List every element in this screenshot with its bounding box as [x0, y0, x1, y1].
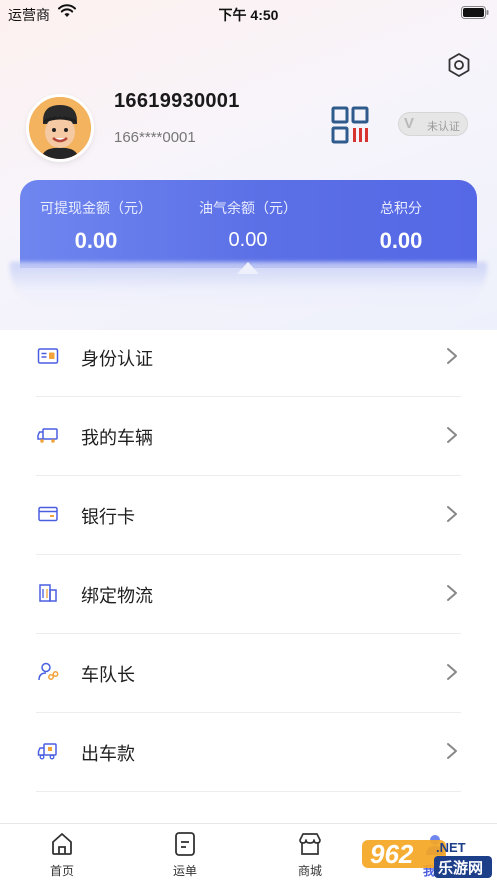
menu-item-logistics[interactable]: 绑定物流 [36, 555, 461, 634]
cargo-truck-icon [37, 743, 57, 760]
points-stat[interactable]: 总积分 0.00 [325, 198, 477, 254]
person-link-icon [38, 662, 59, 681]
waybill-icon [175, 832, 195, 856]
avatar[interactable] [26, 94, 94, 162]
status-time: 下午 4:50 [218, 7, 279, 23]
tab-label: 商城 [297, 864, 322, 878]
menu-list: 身份认证 我的车辆 银行卡 绑定物流 车队长 出车款 [36, 318, 461, 792]
shop-icon [299, 833, 321, 855]
settings-icon[interactable] [446, 52, 472, 78]
menu-item-fleet-leader[interactable]: 车队长 [36, 634, 461, 713]
tab-home[interactable]: 首页 [22, 830, 102, 879]
user-phone: 16619930001 [114, 90, 240, 112]
menu-item-label: 出车款 [81, 744, 135, 764]
avatar-face-icon [29, 97, 91, 159]
id-card-icon [37, 348, 59, 364]
fuel-balance-stat[interactable]: 油气余额（元） 0.00 [172, 198, 324, 252]
stat-label: 油气余额（元） [199, 200, 297, 216]
chevron-right-icon [447, 427, 457, 443]
menu-item-label: 我的车辆 [81, 428, 153, 448]
stat-value: 0.00 [74, 228, 118, 253]
withdrawable-stat[interactable]: 可提现金额（元） 0.00 [20, 198, 172, 254]
chevron-right-icon [447, 585, 457, 601]
watermark-brand: 962 [370, 839, 414, 869]
certification-badge[interactable]: V 未认证 [398, 112, 468, 136]
menu-item-bank-card[interactable]: 银行卡 [36, 476, 461, 555]
chevron-right-icon [447, 743, 457, 759]
chevron-right-icon [447, 348, 457, 364]
qr-code-icon[interactable] [331, 106, 369, 144]
home-icon [52, 833, 72, 855]
building-icon [39, 584, 57, 602]
tab-waybill[interactable]: 运单 [145, 830, 225, 879]
watermark-site: 乐游网 [438, 859, 483, 877]
menu-item-label: 身份认证 [81, 349, 153, 369]
site-watermark: 962 .NET 乐游网 [362, 839, 492, 878]
tab-label: 运单 [172, 864, 197, 878]
status-bar: 运营商 下午 4:50 [0, 0, 497, 26]
stat-value: 0.00 [228, 229, 268, 251]
chevron-right-icon [447, 506, 457, 522]
certification-v-mark: V [404, 115, 415, 132]
stat-label: 总积分 [380, 200, 422, 216]
menu-item-identity[interactable]: 身份认证 [36, 318, 461, 397]
bank-card-icon [38, 506, 58, 522]
balance-card: 可提现金额（元） 0.00 油气余额（元） 0.00 总积分 0.00 [20, 180, 477, 268]
user-phone-masked: 166****0001 [114, 129, 196, 146]
tab-shop[interactable]: 商城 [270, 830, 350, 879]
menu-item-vehicles[interactable]: 我的车辆 [36, 397, 461, 476]
certification-status: 未认证 [427, 121, 460, 133]
chevron-right-icon [447, 664, 457, 680]
menu-item-label: 绑定物流 [81, 586, 153, 606]
stat-label: 可提现金额（元） [40, 200, 152, 216]
watermark-suffix: .NET [436, 840, 466, 855]
menu-item-label: 车队长 [81, 665, 135, 685]
battery-icon [461, 6, 489, 19]
truck-icon [37, 428, 58, 443]
stat-value: 0.00 [379, 228, 423, 253]
tab-label: 首页 [49, 864, 74, 878]
menu-item-trip-payment[interactable]: 出车款 [36, 713, 461, 792]
menu-item-label: 银行卡 [81, 507, 135, 527]
